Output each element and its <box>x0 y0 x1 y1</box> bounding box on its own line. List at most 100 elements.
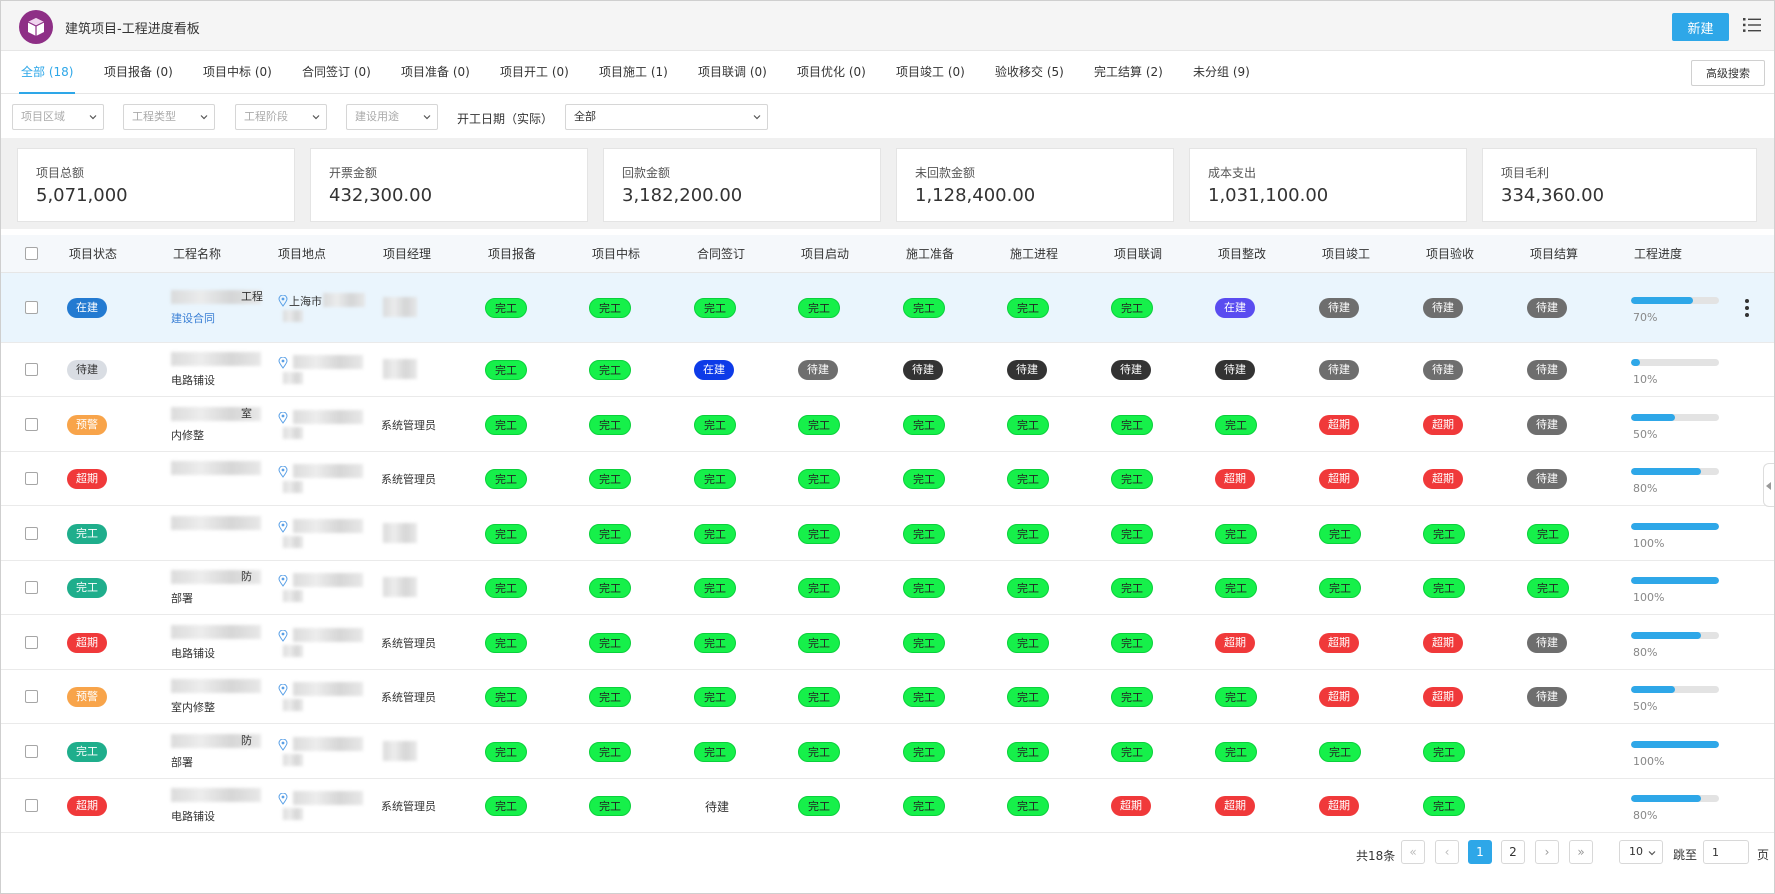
row-checkbox[interactable] <box>25 472 38 485</box>
chevron-down-icon <box>89 115 97 120</box>
row-checkbox[interactable] <box>25 363 38 376</box>
table-row[interactable]: 超期 系统管理员 完工 完工 完工 完工 完工 完工 完工 超期 超期 超期 待建 80% <box>1 452 1774 506</box>
tab-8[interactable]: 项目优化 (0) <box>797 51 866 94</box>
prev-page-button[interactable]: ‹ <box>1435 840 1459 864</box>
first-page-button[interactable]: « <box>1401 840 1425 864</box>
tab-3[interactable]: 合同签订 (0) <box>302 51 371 94</box>
row-checkbox[interactable] <box>25 581 38 594</box>
table-row[interactable]: 待建 电路铺设 完工 完工 在建 待建 待建 待建 待建 待建 待建 待建 待建 10% <box>1 343 1774 397</box>
column-header[interactable]: 项目报备 <box>488 235 536 273</box>
table-row[interactable]: 超期 电路铺设 系统管理员 完工 完工 待建 完工 完工 完工 超期 超期 超期 完工 80% <box>1 779 1774 833</box>
progress-bar <box>1631 740 1719 748</box>
progress-percent: 100% <box>1633 754 1665 768</box>
page-size-select[interactable]: 10 <box>1619 840 1663 864</box>
tab-1[interactable]: 项目报备 (0) <box>104 51 173 94</box>
region-select-label: 项目区域 <box>21 110 65 123</box>
start-date-select[interactable]: 全部 <box>565 104 768 130</box>
start-date-value: 全部 <box>574 110 596 123</box>
project-name[interactable]: 建设合同 <box>171 310 215 327</box>
redacted-text <box>171 352 261 366</box>
next-page-button[interactable]: › <box>1535 840 1559 864</box>
column-header[interactable]: 施工准备 <box>906 235 954 273</box>
column-header[interactable]: 工程名称 <box>173 235 221 273</box>
stage-badge: 完工 <box>1111 578 1153 598</box>
stage-badge: 待建 <box>1527 360 1567 380</box>
table-row[interactable]: 预警室内修整系统管理员完工完工完工完工完工完工完工完工超期超期待建50% <box>1 397 1774 452</box>
column-header[interactable]: 项目验收 <box>1426 235 1474 273</box>
tab-2[interactable]: 项目中标 (0) <box>203 51 272 94</box>
column-header[interactable]: 项目启动 <box>801 235 849 273</box>
tab-7[interactable]: 项目联调 (0) <box>698 51 767 94</box>
column-header[interactable]: 项目联调 <box>1114 235 1162 273</box>
tab-10[interactable]: 验收移交 (5) <box>995 51 1064 94</box>
stage-badge: 超期 <box>1215 469 1255 489</box>
tab-12[interactable]: 未分组 (9) <box>1193 51 1250 94</box>
stage-badge: 完工 <box>1007 741 1049 762</box>
select-all-checkbox[interactable] <box>25 247 38 260</box>
stage-badge: 完工 <box>798 741 840 762</box>
jump-page-input[interactable] <box>1703 840 1749 864</box>
tab-5[interactable]: 项目开工 (0) <box>500 51 569 94</box>
row-checkbox[interactable] <box>25 799 38 812</box>
tab-11[interactable]: 完工结算 (2) <box>1094 51 1163 94</box>
advanced-search-button[interactable]: 高级搜索 <box>1691 60 1765 86</box>
stage-badge: 完工 <box>798 469 840 489</box>
row-checkbox[interactable] <box>25 744 38 758</box>
progress-bar <box>1631 413 1719 421</box>
stage-badge: 完工 <box>1111 469 1153 489</box>
type-select[interactable]: 工程类型 <box>123 104 215 130</box>
table-row[interactable]: 完工 完工 完工 完工 完工 完工 完工 完工 完工 完工 完工 完工 100% <box>1 506 1774 561</box>
side-panel-toggle[interactable] <box>1763 463 1774 507</box>
project-name-part: 工程 <box>241 290 263 303</box>
table-row[interactable]: 预警室内修整系统管理员完工完工完工完工完工完工完工完工超期超期待建50% <box>1 670 1774 724</box>
column-header[interactable]: 项目竣工 <box>1322 235 1370 273</box>
page-1-button[interactable]: 1 <box>1468 840 1492 864</box>
stage-badge: 完工 <box>589 414 631 435</box>
usage-select[interactable]: 建设用途 <box>346 104 438 130</box>
stage-badge: 完工 <box>589 360 631 380</box>
row-checkbox[interactable] <box>25 690 38 703</box>
column-header[interactable]: 项目经理 <box>383 235 431 273</box>
row-checkbox[interactable] <box>25 301 38 314</box>
region-select[interactable]: 项目区域 <box>12 104 104 130</box>
more-vertical-icon[interactable] <box>1744 298 1750 318</box>
table-row[interactable]: 完工 防部署 完工 完工 完工 完工 完工 完工 完工 完工 完工 完工 完工 100% <box>1 561 1774 615</box>
new-button[interactable]: 新建 <box>1672 13 1729 41</box>
stat-card: 项目毛利 334,360.00 <box>1482 148 1757 222</box>
column-header[interactable]: 项目结算 <box>1530 235 1578 273</box>
row-checkbox[interactable] <box>25 526 38 540</box>
project-manager: 系统管理员 <box>381 473 436 486</box>
redacted-text <box>171 461 261 475</box>
table-row[interactable]: 完工 防部署 完工 完工 完工 完工 完工 完工 完工 完工 完工 完工 100% <box>1 724 1774 779</box>
table-row[interactable]: 超期 电路铺设 系统管理员 完工 完工 完工 完工 完工 完工 完工 超期 超期 超期 待建 80% <box>1 615 1774 670</box>
stat-value: 3,182,200.00 <box>622 185 743 206</box>
row-checkbox[interactable] <box>25 635 38 649</box>
stage-select[interactable]: 工程阶段 <box>235 104 327 130</box>
stat-value: 432,300.00 <box>329 185 433 206</box>
row-checkbox[interactable] <box>25 417 38 431</box>
stage-badge: 完工 <box>694 414 736 435</box>
progress-bar <box>1631 631 1719 639</box>
tab-9[interactable]: 项目竣工 (0) <box>896 51 965 94</box>
stage-badge: 待建 <box>1423 298 1463 318</box>
page-2-button[interactable]: 2 <box>1501 840 1525 864</box>
last-page-button[interactable]: » <box>1569 840 1593 864</box>
tab-6[interactable]: 项目施工 (1) <box>599 51 668 94</box>
column-header[interactable]: 项目整改 <box>1218 235 1266 273</box>
stage-badge: 待建 <box>1111 360 1151 380</box>
tab-0[interactable]: 全部 (18) <box>18 51 76 94</box>
column-header[interactable]: 项目地点 <box>278 235 326 273</box>
stat-value: 1,128,400.00 <box>915 185 1036 206</box>
table-row[interactable]: 在建 工程 建设合同 上海市 完工 完工 完工 完工 完工 完工 完工 在建 待建 待建 待建 70% <box>1 273 1774 343</box>
redacted-text <box>293 409 363 424</box>
column-header[interactable]: 工程进度 <box>1634 235 1682 273</box>
list-icon[interactable] <box>1743 17 1761 33</box>
tab-4[interactable]: 项目准备 (0) <box>401 51 470 94</box>
page-size-value: 10 <box>1629 845 1643 858</box>
column-header[interactable]: 项目状态 <box>69 235 117 273</box>
column-header[interactable]: 施工进程 <box>1010 235 1058 273</box>
location-pin-icon <box>278 738 288 751</box>
column-header[interactable]: 合同签订 <box>697 235 745 273</box>
column-header[interactable]: 项目中标 <box>592 235 640 273</box>
stage-badge: 完工 <box>485 298 527 318</box>
